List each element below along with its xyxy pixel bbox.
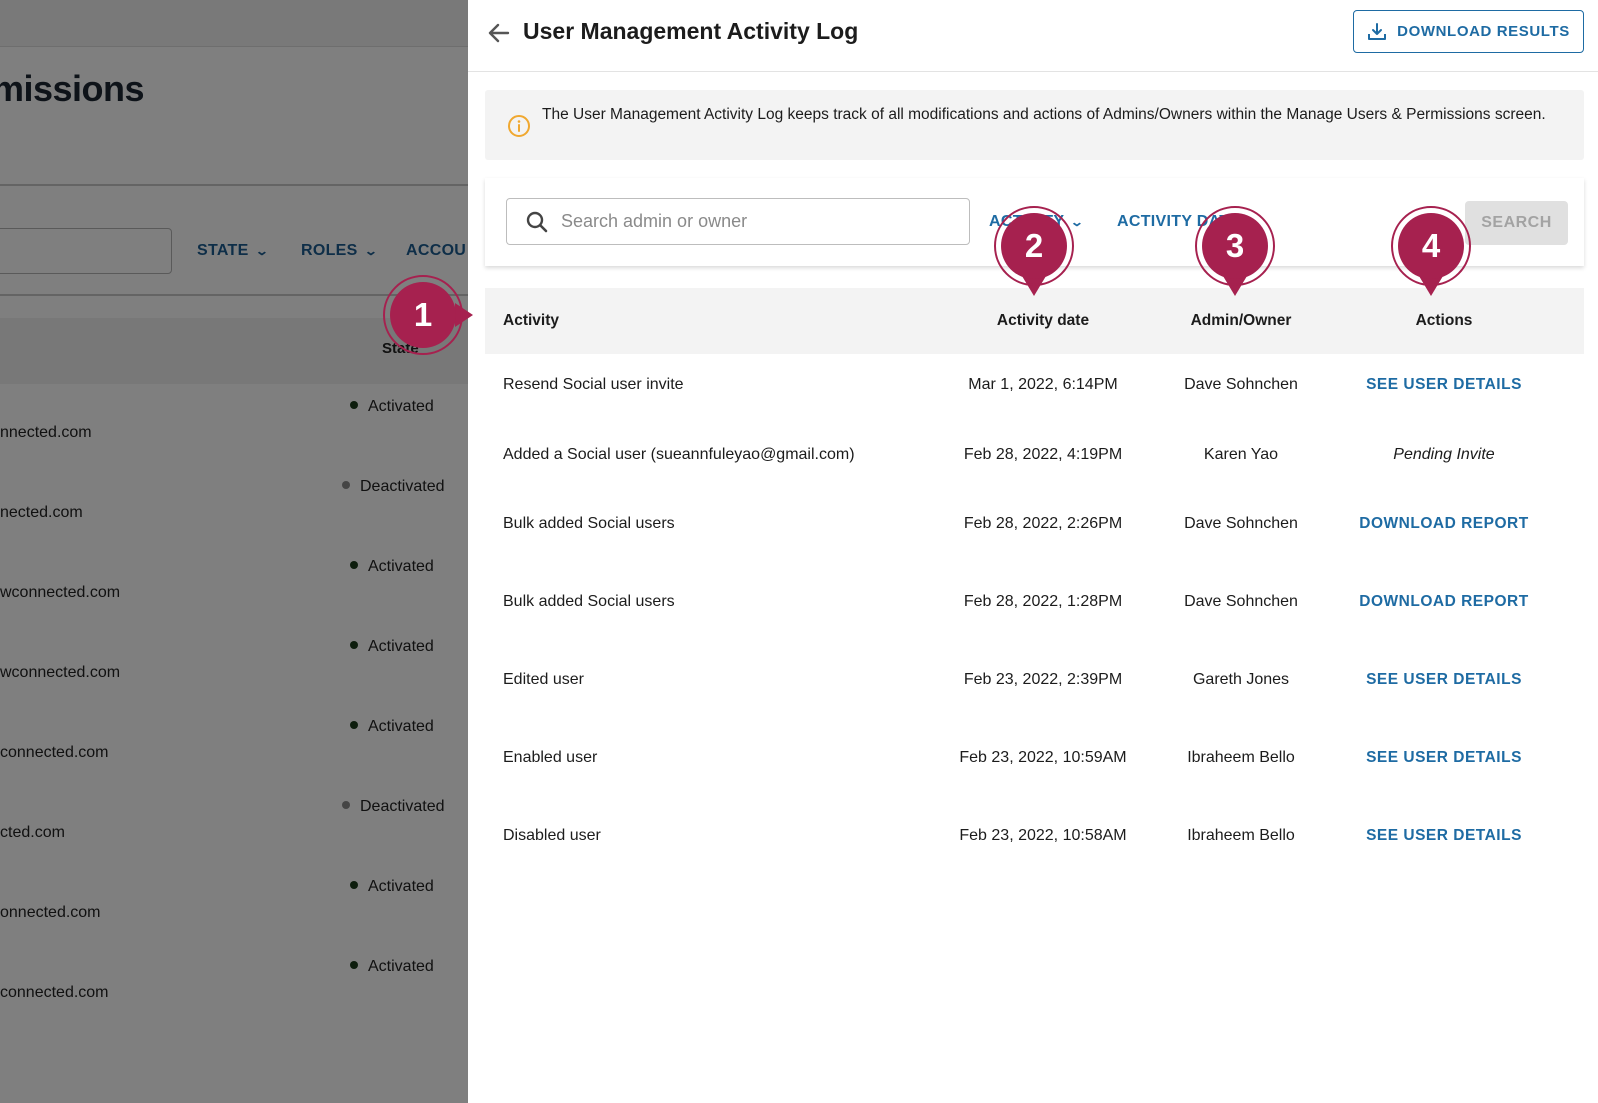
search-input[interactable] [561,211,941,232]
activity-cell: Bulk added Social users [503,593,675,610]
callout-marker-4: 4 [1391,206,1471,296]
back-button[interactable] [482,16,516,50]
table-row: Edited user Feb 23, 2022, 2:39PM Gareth Jo… [485,659,1584,725]
callout-number: 2 [1001,213,1067,279]
see-user-details-link[interactable]: SEE USER DETAILS [1366,749,1522,767]
callout-marker-2: 2 [994,206,1074,296]
admin-owner-cell: Ibraheem Bello [1187,827,1295,844]
search-icon [526,211,548,232]
info-banner-text: The User Management Activity Log keeps t… [542,106,1546,123]
download-results-button[interactable]: DOWNLOAD RESULTS [1353,10,1584,53]
activity-cell: Resend Social user invite [503,376,684,393]
activity-cell: Edited user [503,671,584,688]
download-icon [1368,22,1387,40]
download-report-link[interactable]: DOWNLOAD REPORT [1359,593,1528,611]
search-field[interactable] [506,198,970,245]
callout-number: 1 [390,282,456,348]
activity-cell: Enabled user [503,749,598,766]
activity-date-cell: Feb 28, 2022, 2:26PM [963,515,1123,532]
background-page: missions STATE⌄ ROLES⌄ ACCOU State nnect… [0,0,468,1103]
activity-date-cell: Feb 23, 2022, 10:59AM [959,749,1127,766]
activity-date-cell: Feb 23, 2022, 2:39PM [963,671,1123,688]
see-user-details-link[interactable]: SEE USER DETAILS [1366,671,1522,689]
download-report-link[interactable]: DOWNLOAD REPORT [1359,515,1528,533]
activity-date-cell: Feb 28, 2022, 1:28PM [963,593,1123,610]
activity-date-cell: Feb 23, 2022, 10:58AM [959,827,1127,844]
table-row: Disabled user Feb 23, 2022, 10:58AM Ibrahe… [485,815,1584,881]
admin-owner-cell: Karen Yao [1203,446,1279,463]
column-header-actions: Actions [1415,312,1473,329]
activity-log-drawer: User Management Activity Log DOWNLOAD RE… [468,0,1598,1103]
table-row: Enabled user Feb 23, 2022, 10:59AM Ibrahee… [485,737,1584,803]
callout-marker-3: 3 [1195,206,1275,296]
column-header-activity: Activity [503,312,559,329]
table-row: Added a Social user (sueannfuleyao@gmail… [485,434,1584,500]
callout-number: 4 [1398,213,1464,279]
column-header-admin-owner: Admin/Owner [1190,312,1292,329]
activity-cell: Disabled user [503,827,601,844]
see-user-details-link[interactable]: SEE USER DETAILS [1366,376,1522,394]
activity-date-cell: Mar 1, 2022, 6:14PM [968,376,1118,393]
download-results-label: DOWNLOAD RESULTS [1397,23,1570,40]
admin-owner-cell: Dave Sohnchen [1184,593,1298,610]
modal-overlay[interactable] [0,0,468,1103]
admin-owner-cell: Dave Sohnchen [1184,376,1298,393]
table-header: Activity Activity date Admin/Owner Actio… [485,288,1584,354]
admin-owner-cell: Dave Sohnchen [1184,515,1298,532]
info-banner: The User Management Activity Log keeps t… [485,90,1584,160]
table-row: Resend Social user invite Mar 1, 2022, 6:… [485,364,1584,430]
activity-date-cell: Feb 28, 2022, 4:19PM [963,446,1123,463]
drawer-header: User Management Activity Log DOWNLOAD RE… [468,0,1598,72]
info-circle-icon [508,115,530,137]
search-button[interactable]: SEARCH [1465,201,1568,245]
admin-owner-cell: Gareth Jones [1192,671,1290,688]
callout-number: 3 [1202,213,1268,279]
pending-invite-status: Pending Invite [1393,446,1495,463]
drawer-title: User Management Activity Log [523,18,859,44]
table-row: Bulk added Social users Feb 28, 2022, 1:2… [485,581,1584,647]
see-user-details-link[interactable]: SEE USER DETAILS [1366,827,1522,845]
admin-owner-cell: Ibraheem Bello [1187,749,1295,766]
activity-cell: Bulk added Social users [503,515,675,532]
column-header-activity-date: Activity date [996,312,1090,329]
activity-cell: Added a Social user (sueannfuleyao@gmail… [503,446,855,463]
table-row: Bulk added Social users Feb 28, 2022, 2:2… [485,503,1584,569]
arrow-left-icon [488,23,510,43]
callout-marker-1: 1 [383,275,473,355]
